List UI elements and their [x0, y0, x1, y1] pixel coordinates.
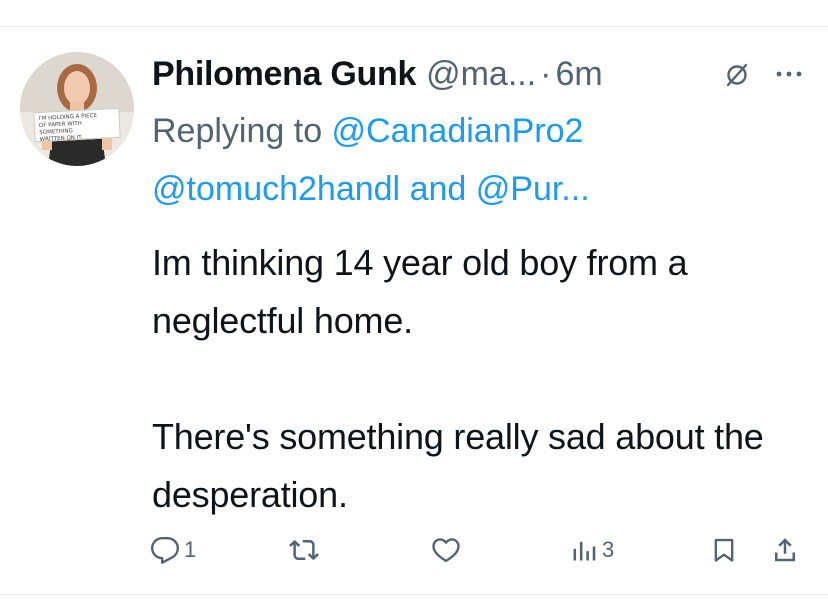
share-icon	[775, 538, 795, 562]
reply-user-link[interactable]: @CanadianPro2	[332, 112, 584, 150]
replying-prefix: Replying to	[152, 112, 332, 150]
sign-paper: I'M HOLDING A PIECE OF PAPER WITH SOMETH…	[33, 107, 121, 143]
tweet-text: Im thinking 14 year old boy from a negle…	[152, 242, 764, 515]
replying-to-line: Replying to @CanadianPro2	[152, 112, 583, 151]
timestamp[interactable]: 6m	[556, 55, 603, 94]
bottom-divider	[0, 594, 828, 595]
reply-user-link[interactable]: @tomuch2handl	[152, 170, 400, 208]
separator-dot: ·	[540, 54, 552, 93]
views-count: 3	[602, 537, 615, 562]
like-button[interactable]	[430, 532, 462, 568]
tweet-header: Philomena Gunk @ma... · 6m	[152, 50, 812, 98]
replying-to-line: @tomuch2handl and @Pur...	[152, 170, 590, 209]
reply-button[interactable]: 1	[150, 532, 196, 568]
more-icon[interactable]	[774, 62, 804, 86]
user-handle[interactable]: @ma...	[426, 55, 536, 94]
action-bar: 1 3	[150, 532, 810, 572]
grok-icon[interactable]	[722, 60, 752, 90]
share-button[interactable]	[770, 532, 800, 568]
reply-icon	[151, 536, 179, 564]
reply-count: 1	[184, 537, 197, 562]
top-divider	[0, 26, 828, 27]
bookmark-icon	[714, 538, 734, 562]
display-name[interactable]: Philomena Gunk	[152, 55, 416, 94]
reply-user-link[interactable]: @Pur...	[476, 170, 590, 208]
retweet-icon	[289, 539, 319, 561]
bookmark-button[interactable]	[710, 532, 738, 568]
views-icon	[573, 541, 596, 561]
retweet-button[interactable]	[288, 532, 320, 568]
views-button[interactable]: 3	[570, 532, 614, 568]
like-icon	[432, 538, 460, 563]
avatar[interactable]: I'M HOLDING A PIECE OF PAPER WITH SOMETH…	[20, 52, 134, 166]
reply-joiner[interactable]: and	[400, 170, 476, 208]
